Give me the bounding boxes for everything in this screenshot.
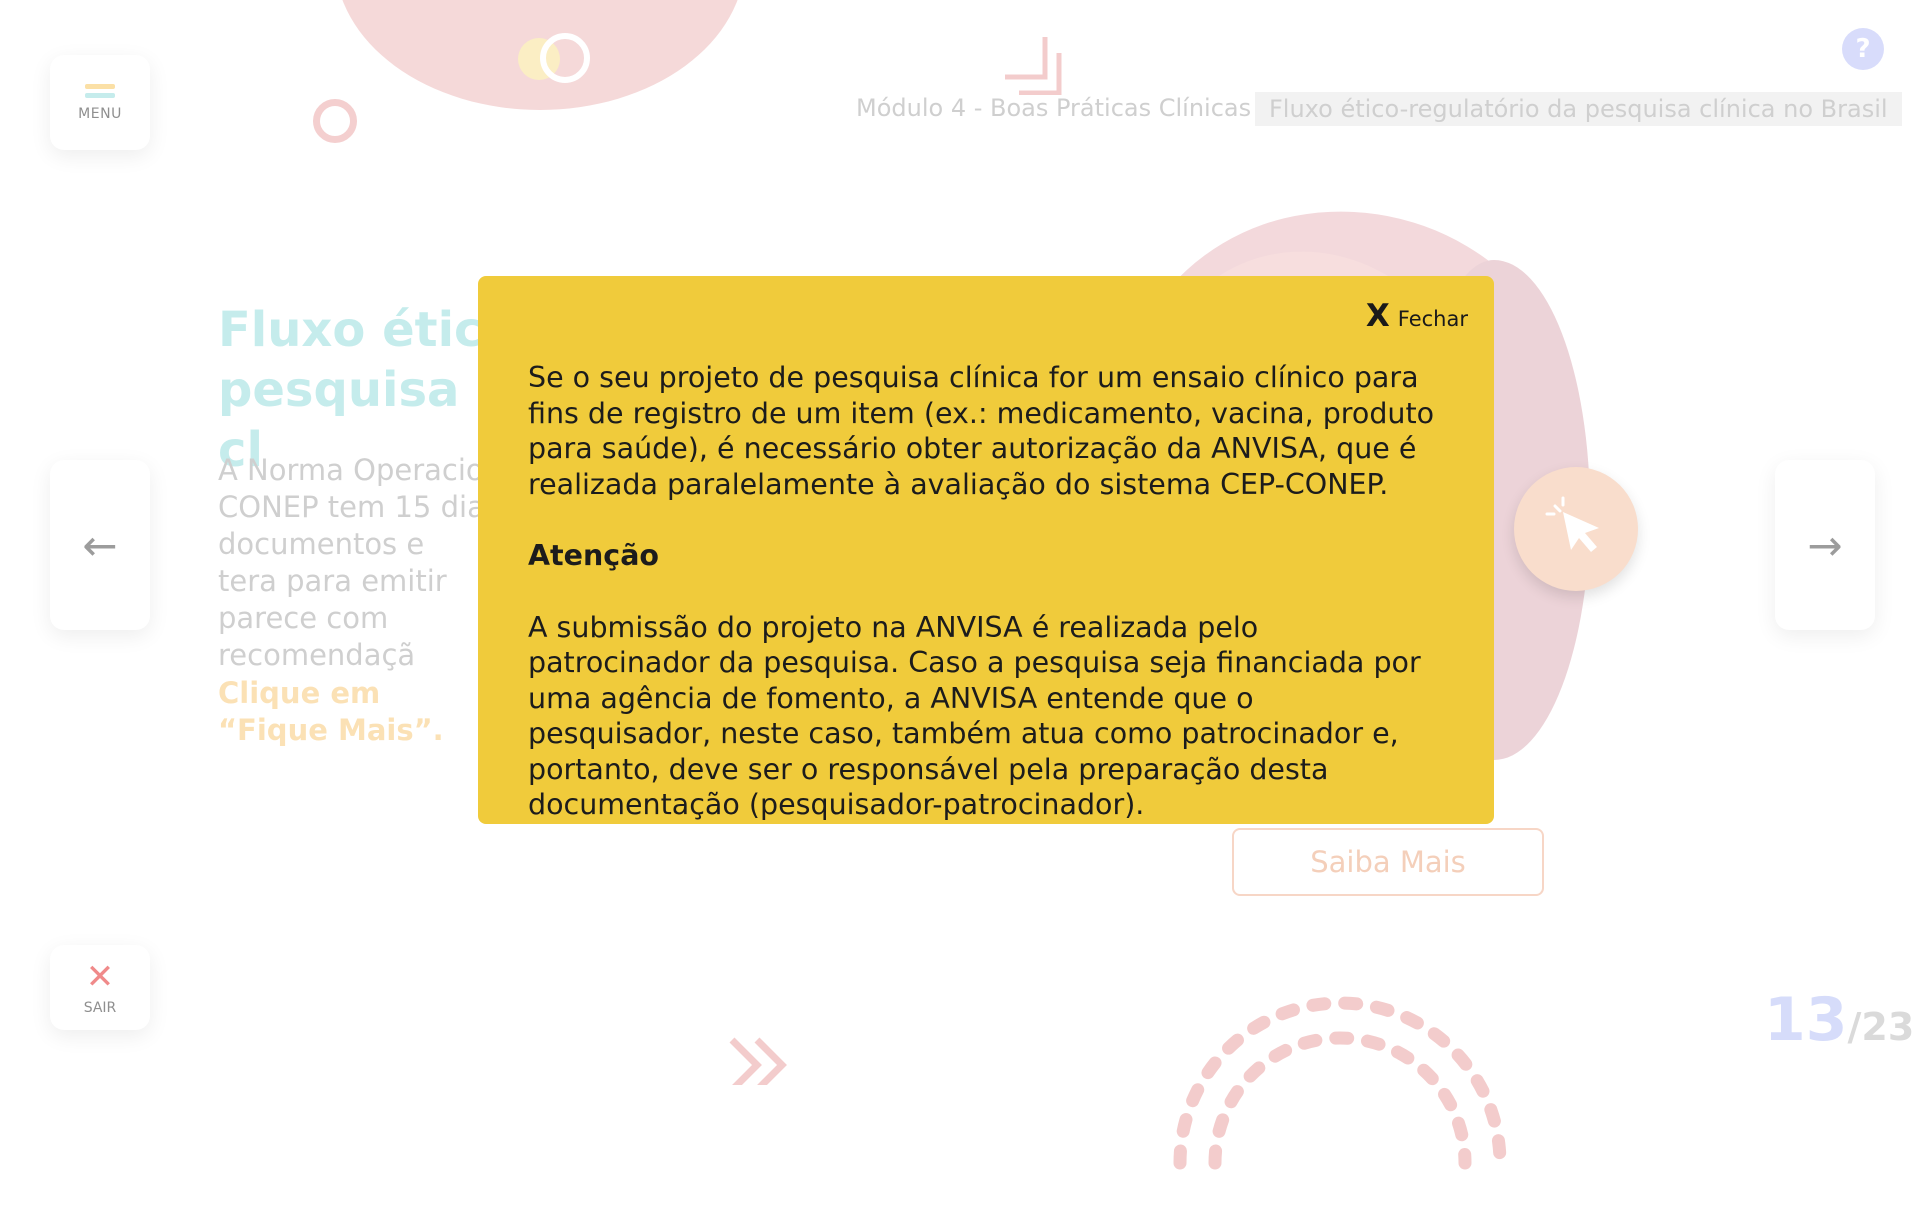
decorative-white-ring xyxy=(540,33,590,83)
menu-icon xyxy=(85,83,115,98)
next-page-button[interactable]: → xyxy=(1775,460,1875,630)
modal-paragraph-1: Se o seu projeto de pesquisa clínica for… xyxy=(528,361,1435,501)
page-body-text: A Norma Operacio CONEP tem 15 dia docume… xyxy=(218,453,485,672)
close-icon: ✕ xyxy=(85,956,115,997)
decorative-chevrons xyxy=(729,1037,787,1085)
close-label: Fechar xyxy=(1397,307,1468,331)
decorative-dotted-arc xyxy=(1173,996,1507,1170)
menu-button[interactable]: MENU xyxy=(50,55,150,150)
total-pages: /23 xyxy=(1847,1005,1915,1049)
previous-page-button[interactable]: ← xyxy=(50,460,150,630)
exit-button[interactable]: ✕ SAIR xyxy=(50,945,150,1030)
cursor-click-icon xyxy=(1545,496,1599,552)
page-counter: 13/23 xyxy=(1764,985,1914,1055)
click-hint-circle[interactable] xyxy=(1514,467,1638,591)
arrow-left-icon: ← xyxy=(82,520,118,570)
breadcrumb-topic: Fluxo ético-regulatório da pesquisa clín… xyxy=(1255,92,1902,126)
current-page: 13 xyxy=(1764,985,1848,1055)
exit-label: SAIR xyxy=(83,999,117,1016)
modal-paragraph-2: A submissão do projeto na ANVISA é reali… xyxy=(528,610,1421,822)
breadcrumb-module: Módulo 4 - Boas Práticas Clínicas xyxy=(856,94,1252,122)
modal-close-button[interactable]: X Fechar xyxy=(1366,298,1468,334)
close-icon: X xyxy=(1365,298,1390,334)
decorative-corner-lines xyxy=(1005,37,1062,95)
modal-heading: Atenção xyxy=(528,539,660,572)
arrow-right-icon: → xyxy=(1807,520,1843,570)
decorative-ring xyxy=(313,99,357,143)
info-modal: X Fechar Se o seu projeto de pesquisa cl… xyxy=(478,276,1494,824)
help-button[interactable]: ? xyxy=(1842,28,1884,70)
question-mark-icon: ? xyxy=(1855,34,1871,64)
saiba-mais-button[interactable]: Saiba Mais xyxy=(1232,828,1544,896)
page-call-to-action: Clique em “Fique Mais”. xyxy=(218,676,444,747)
menu-label: MENU xyxy=(78,105,122,122)
